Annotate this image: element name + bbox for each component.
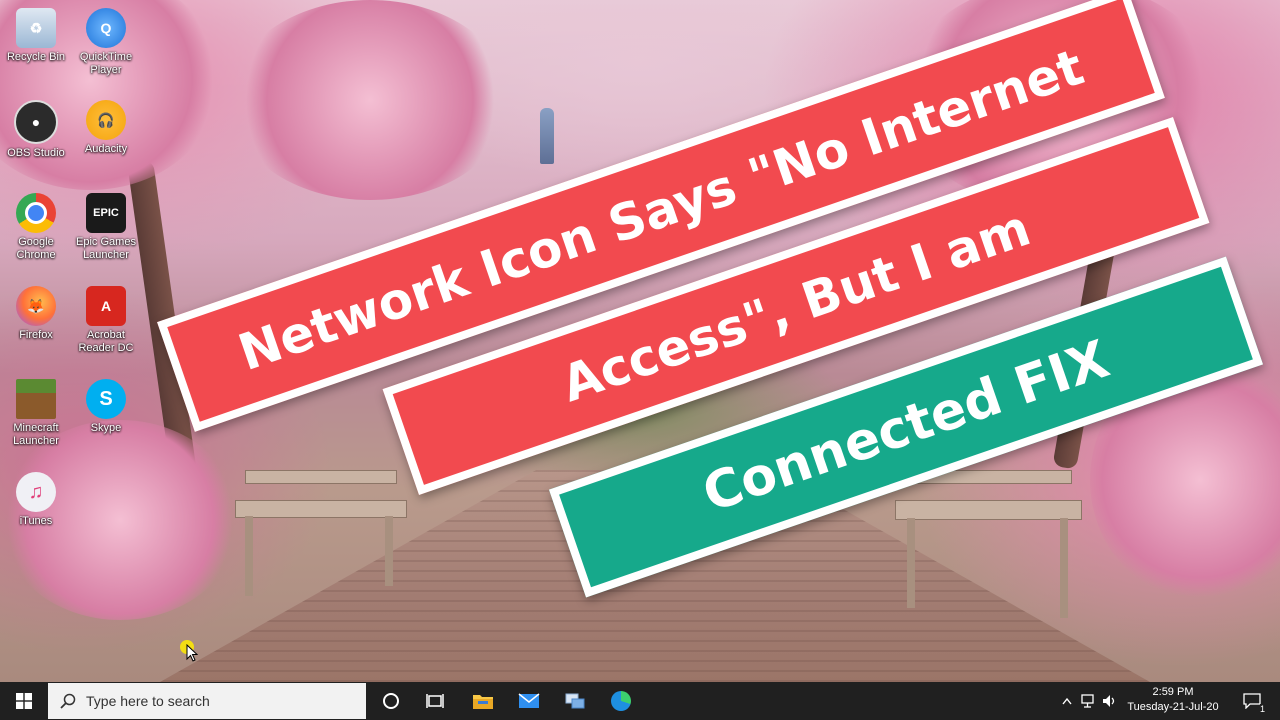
desktop-icon-chrome[interactable]: Google Chrome: [0, 193, 72, 262]
desktop-icon-quicktime[interactable]: Q QuickTime Player: [70, 8, 142, 77]
action-center-button[interactable]: 1: [1234, 682, 1270, 720]
start-button[interactable]: [0, 682, 48, 720]
itunes-icon: ♫: [16, 472, 56, 512]
mouse-cursor-icon: [186, 644, 198, 662]
file-explorer-icon: [473, 695, 493, 709]
minecraft-icon: [16, 379, 56, 419]
chevron-up-icon: [1062, 697, 1072, 705]
edge-button[interactable]: [602, 682, 640, 720]
recycle-bin-icon: ♻: [16, 8, 56, 48]
network-wired-icon: [1081, 694, 1094, 708]
taskbar: Type here to search 2:59 PM Tuesday-21-J…: [0, 682, 1280, 720]
cortana-button[interactable]: [372, 682, 410, 720]
obs-icon: ●: [14, 100, 58, 144]
notification-count-badge: 1: [1259, 704, 1265, 714]
quicktime-icon: Q: [86, 8, 126, 48]
audacity-icon: 🎧: [86, 100, 126, 140]
bench-right: [895, 470, 1085, 620]
desktop-wallpaper: ♻ Recycle Bin Q QuickTime Player ● OBS S…: [0, 0, 1280, 682]
desktop-icon-recycle-bin[interactable]: ♻ Recycle Bin: [0, 8, 72, 64]
desktop-icon-acrobat[interactable]: A Acrobat Reader DC: [70, 286, 142, 355]
network-tray-button[interactable]: [1078, 682, 1098, 720]
street-lamp: [540, 108, 554, 164]
desktop-icon-itunes[interactable]: ♫ iTunes: [0, 472, 72, 528]
clock-date: Tuesday-21-Jul-20: [1127, 701, 1219, 713]
skype-icon: S: [86, 379, 126, 419]
bench-left: [235, 470, 410, 600]
desktop-icon-minecraft[interactable]: Minecraft Launcher: [0, 379, 72, 448]
firefox-icon: 🦊: [16, 286, 56, 326]
clock-time: 2:59 PM: [1152, 686, 1194, 698]
notification-icon: [1243, 693, 1261, 709]
chrome-icon: [16, 193, 56, 233]
blossom-cluster: [230, 0, 510, 200]
edge-icon: [611, 691, 631, 711]
mail-button[interactable]: [510, 682, 548, 720]
epic-games-icon: EPIC: [86, 193, 126, 233]
task-view-button[interactable]: [416, 682, 454, 720]
desktop-icon-epic-games[interactable]: EPIC Epic Games Launcher: [70, 193, 142, 262]
file-explorer-button[interactable]: [464, 682, 502, 720]
network-tool-button[interactable]: [556, 682, 594, 720]
desktop-icon-firefox[interactable]: 🦊 Firefox: [0, 286, 72, 342]
desktop-icon-obs[interactable]: ● OBS Studio: [0, 100, 72, 160]
windows-logo-icon: [16, 693, 32, 709]
mail-icon: [518, 693, 540, 708]
task-view-icon: [426, 694, 444, 708]
volume-tray-button[interactable]: [1100, 682, 1120, 720]
desktop-icon-audacity[interactable]: 🎧 Audacity: [70, 100, 142, 156]
search-icon: [60, 693, 76, 709]
speaker-icon: [1103, 695, 1115, 707]
search-placeholder: Type here to search: [86, 693, 210, 709]
network-tool-icon: [565, 693, 585, 709]
show-hidden-icons-button[interactable]: [1058, 682, 1076, 720]
acrobat-icon: A: [86, 286, 126, 326]
desktop-icon-skype[interactable]: S Skype: [70, 379, 142, 435]
taskbar-search-box[interactable]: Type here to search: [48, 683, 366, 719]
taskbar-clock[interactable]: 2:59 PM Tuesday-21-Jul-20: [1118, 685, 1228, 715]
cortana-icon: [383, 693, 399, 709]
